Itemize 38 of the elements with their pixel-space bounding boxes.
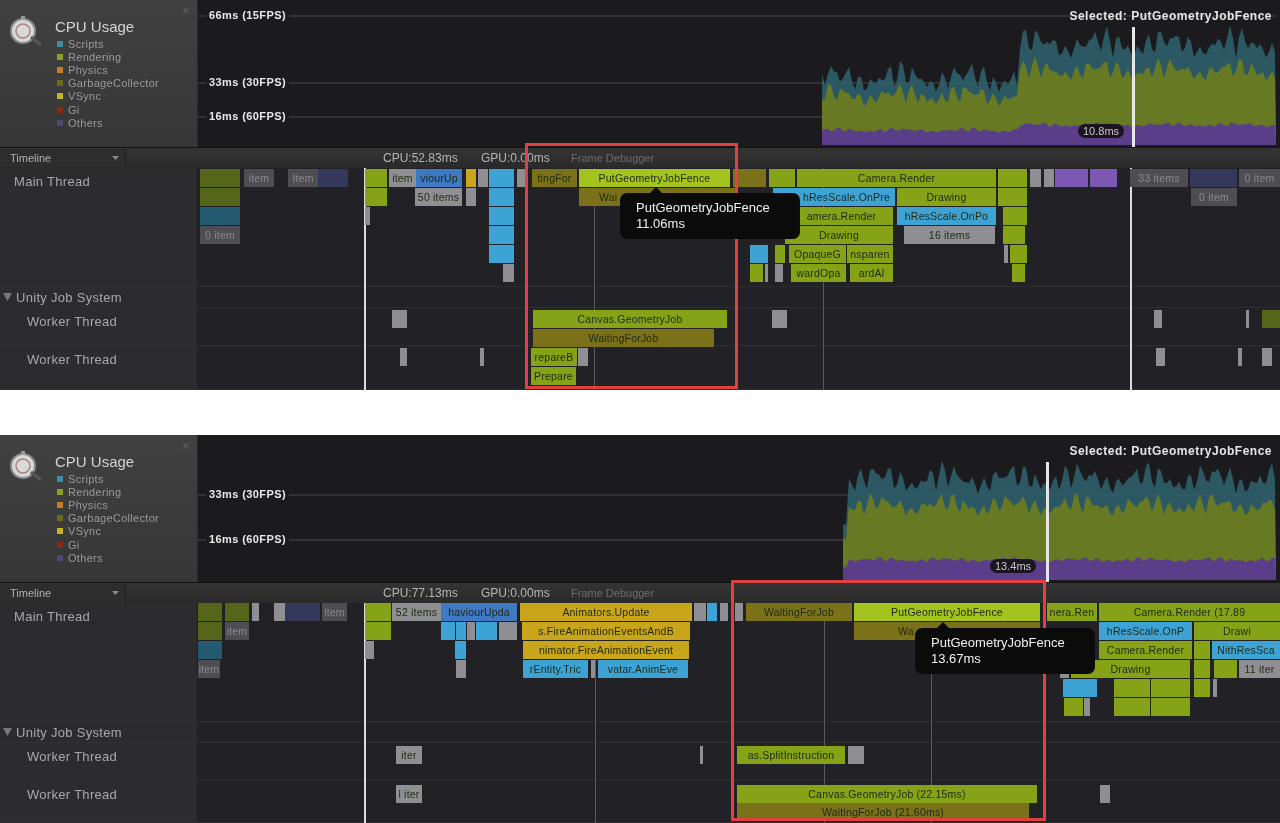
legend-label: Physics bbox=[68, 63, 108, 76]
thread-name: Main Thread bbox=[14, 609, 91, 624]
thread-name: Worker Thread bbox=[27, 314, 118, 329]
selected-label: Selected: PutGeometryJobFence bbox=[1069, 9, 1272, 23]
legend-label: GarbageCollector bbox=[68, 512, 159, 525]
gridline-label: 33ms (30FPS) bbox=[206, 75, 289, 89]
thread-name: Worker Thread bbox=[27, 749, 118, 764]
selected-label: Selected: PutGeometryJobFence bbox=[1069, 444, 1272, 458]
tooltip-time: 13.67ms bbox=[931, 651, 982, 667]
gridline-label: 16ms (60FPS) bbox=[206, 532, 289, 546]
frame-time-badge: 13.4ms bbox=[990, 559, 1037, 573]
tooltip-title: PutGeometryJobFence bbox=[931, 635, 1066, 651]
thread-name: Worker Thread bbox=[27, 787, 118, 802]
legend-label: Physics bbox=[68, 498, 108, 511]
legend-label: VSync bbox=[68, 525, 102, 538]
legend-label: Rendering bbox=[68, 485, 122, 498]
cpu-time: CPU:77.13ms bbox=[383, 586, 458, 600]
legend-label: Gi bbox=[68, 103, 80, 116]
cpu-time: CPU:52.83ms bbox=[383, 151, 458, 165]
gpu-time: GPU:0.00ms bbox=[481, 586, 550, 600]
gridline-label: 33ms (30FPS) bbox=[206, 487, 289, 501]
thread-name: Worker Thread bbox=[27, 352, 118, 367]
legend-label: VSync bbox=[68, 90, 102, 103]
legend-title: CPU Usage bbox=[55, 453, 135, 470]
legend-label: Others bbox=[68, 551, 103, 564]
legend-label: GarbageCollector bbox=[68, 77, 159, 90]
legend-label: Scripts bbox=[68, 472, 104, 485]
tooltip-time: 11.06ms bbox=[636, 216, 686, 232]
gridline-label: 16ms (60FPS) bbox=[206, 109, 289, 123]
legend-label: Others bbox=[68, 116, 103, 129]
thread-name: Main Thread bbox=[14, 174, 91, 189]
frame-time-badge: 10.8ms bbox=[1078, 124, 1125, 138]
tooltip-title: PutGeometryJobFence bbox=[636, 200, 771, 216]
legend-label: Gi bbox=[68, 538, 80, 551]
gridline-label: 66ms (15FPS) bbox=[206, 8, 289, 22]
legend-label: Rendering bbox=[68, 50, 122, 63]
legend-label: Scripts bbox=[68, 37, 104, 50]
legend-title: CPU Usage bbox=[55, 18, 135, 35]
